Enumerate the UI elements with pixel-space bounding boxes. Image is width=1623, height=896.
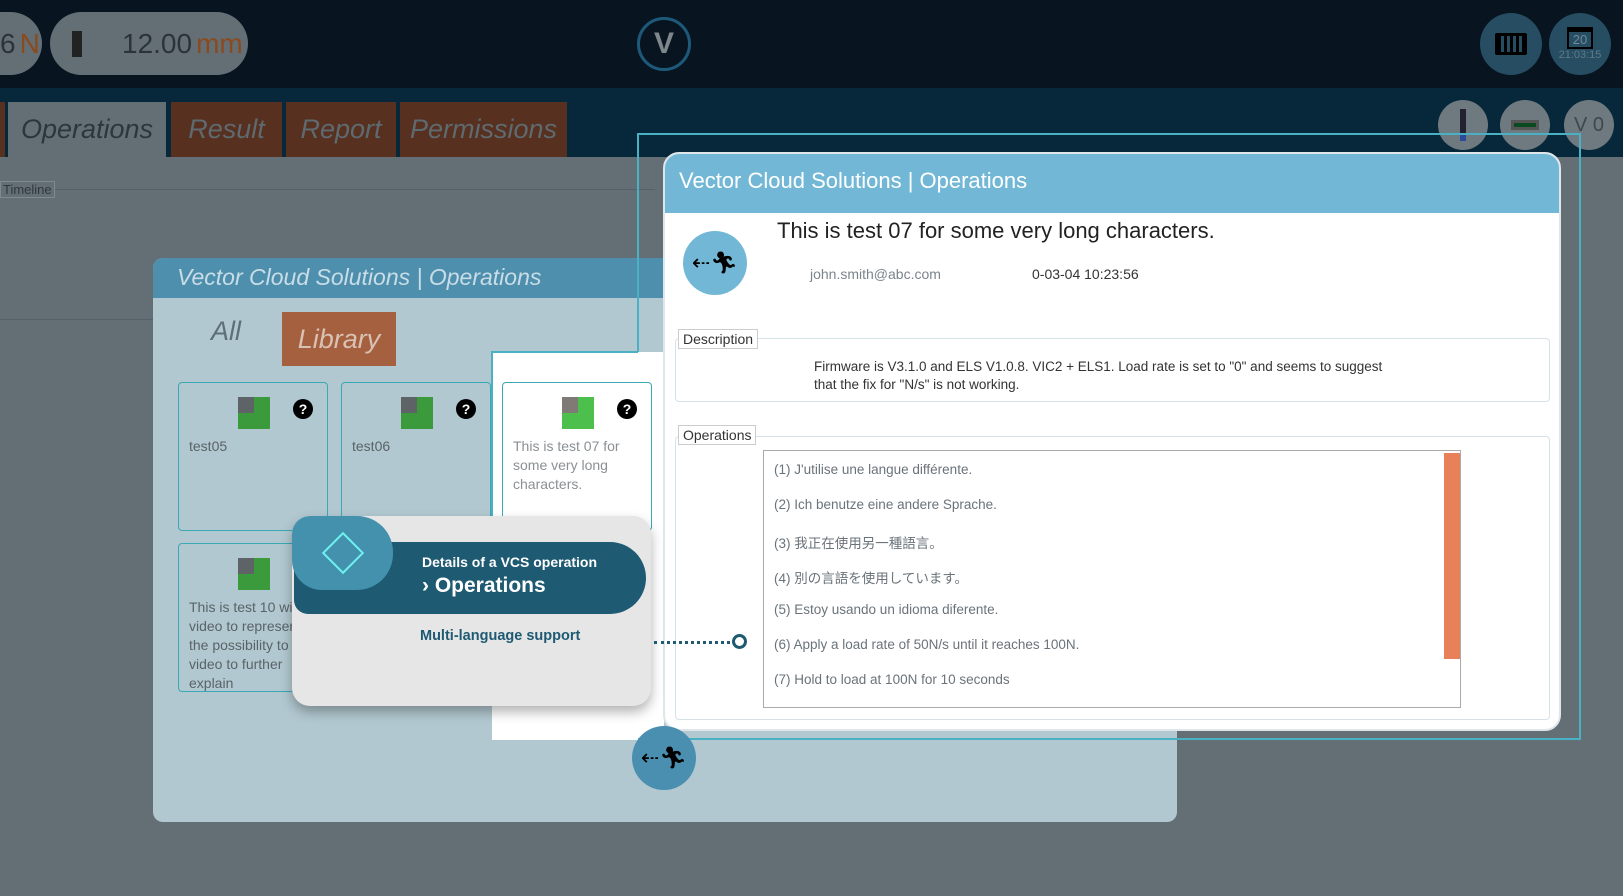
scrollbar-thumb[interactable] [1444, 453, 1460, 659]
puzzle-outline-icon [321, 531, 364, 575]
operation-step: (6) Apply a load rate of 50N/s until it … [774, 637, 1080, 652]
pointer-dot [732, 634, 747, 649]
operation-tile[interactable]: ? test06 [341, 382, 491, 531]
operation-step: (1) J'utilise une langue différente. [774, 462, 973, 477]
tooltip-title: › Operations [422, 574, 546, 598]
puzzle-icon [238, 397, 270, 429]
created-date: 0-03-04 10:23:56 [1032, 266, 1139, 282]
tooltip-tab [292, 516, 393, 590]
chevron-right-icon: › [422, 574, 435, 597]
tile-name: This is test 07 for some very long chara… [513, 438, 620, 492]
puzzle-icon [238, 558, 270, 590]
operation-tile[interactable]: ? This is test 07 for some very long char… [502, 382, 652, 531]
help-icon[interactable]: ? [456, 399, 476, 419]
operation-step: (4) 別の言語を使用しています。 [774, 571, 968, 586]
operation-step: (7) Hold to load at 100N for 10 seconds [774, 672, 1010, 687]
puzzle-icon [562, 397, 594, 429]
operation-tile[interactable]: ? test05 [178, 382, 328, 531]
tutorial-tooltip: Details of a VCS operation › Operations … [292, 516, 651, 706]
operation-detail-modal: Vector Cloud Solutions | Operations ⇠🏃︎ … [663, 152, 1561, 731]
exit-run-icon[interactable]: ⇠🏃︎ [683, 231, 747, 295]
tile-name: test05 [189, 438, 228, 454]
description-text: Firmware is V3.1.0 and ELS V1.0.8. VIC2 … [814, 359, 1383, 392]
exit-run-icon: ⇠🏃︎ [640, 745, 688, 770]
puzzle-icon [401, 397, 433, 429]
help-icon[interactable]: ? [293, 399, 313, 419]
modal-title: Vector Cloud Solutions | Operations [665, 154, 1559, 213]
operation-step: (2) Ich benutze eine andere Sprache. [774, 497, 997, 512]
exit-button[interactable]: ⇠🏃︎ [632, 726, 696, 790]
tooltip-body: Multi-language support [420, 628, 581, 644]
operation-step: (5) Estoy usando un idioma diferente. [774, 602, 999, 617]
tooltip-subtitle: Details of a VCS operation [422, 554, 598, 570]
tile-name: test06 [352, 438, 391, 454]
operation-step: (3) 我正在使用另一種語言。 [774, 536, 943, 551]
pointer-line [654, 641, 730, 644]
author-email: john.smith@abc.com [810, 266, 941, 282]
operations-list[interactable]: (1) J'utilise une langue différente. (2)… [763, 450, 1461, 708]
tooltip-title-text: Operations [434, 574, 546, 597]
operations-label: Operations [678, 425, 757, 445]
operation-title: This is test 07 for some very long chara… [777, 218, 1215, 243]
description-label: Description [678, 329, 759, 349]
help-icon[interactable]: ? [617, 399, 637, 419]
